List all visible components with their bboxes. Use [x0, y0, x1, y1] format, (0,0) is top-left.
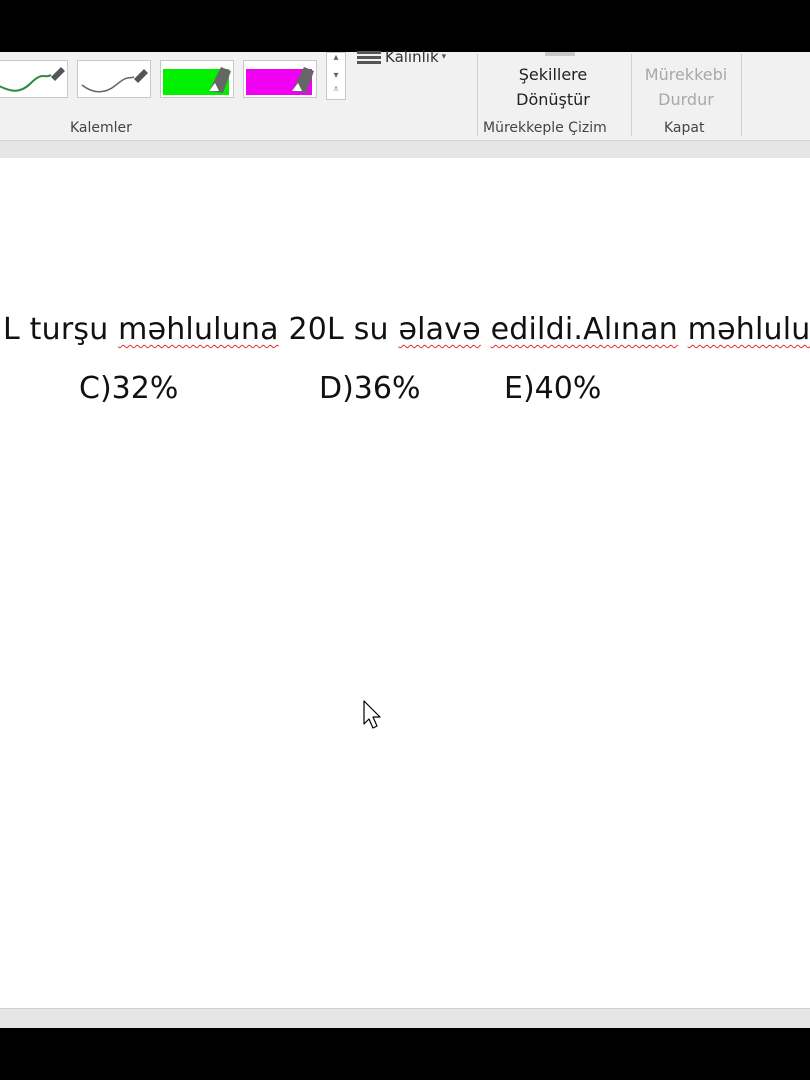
thickness-label: Kalınlık [385, 48, 439, 66]
gray-pen-icon [81, 69, 148, 93]
group-separator [741, 54, 742, 136]
group-separator [631, 54, 632, 136]
group-separator [477, 54, 478, 136]
gray-pen-button[interactable] [77, 60, 151, 98]
green-highlighter-button[interactable] [160, 60, 234, 98]
convert-shapes-icon [545, 52, 575, 56]
gallery-scroll[interactable]: ▴ ▾ ⩡ [326, 52, 346, 100]
stop-inking-line1: Mürekkebi [644, 65, 728, 84]
mouse-cursor-icon [363, 700, 381, 729]
misspelled-word: məhlulun [687, 312, 810, 347]
convert-to-shapes-button[interactable]: Şekillere Dönüştür [508, 62, 598, 112]
document-page[interactable] [0, 158, 810, 1008]
misspelled-word: edildi.Alınan [490, 312, 678, 347]
misspelled-word: əlavə [398, 312, 481, 347]
close-group-label: Kapat [664, 120, 705, 136]
status-strip [0, 1008, 810, 1029]
green-pen-button[interactable] [0, 60, 68, 98]
misspelled-word: məhluluna [118, 312, 279, 347]
ribbon: ▴ ▾ ⩡ Kalınlık ▾ Kalemler Şekillere Dönü… [0, 48, 810, 141]
stop-inking-button[interactable]: Mürekkebi Durdur [638, 62, 734, 112]
expand-gallery-icon[interactable]: ⩡ [327, 85, 345, 95]
question-part [481, 312, 491, 347]
magenta-highlighter-button[interactable] [243, 60, 317, 98]
convert-line2: Dönüştür [516, 90, 590, 109]
question-part: 20L su [278, 312, 399, 347]
ribbon-bottom-strip [0, 141, 810, 159]
thickness-button[interactable]: Kalınlık ▾ [357, 46, 446, 68]
top-black-bar [0, 0, 810, 52]
scroll-down-icon[interactable]: ▾ [327, 71, 345, 81]
ink-group-label: Mürekkeple Çizim [483, 120, 607, 136]
question-part [678, 312, 688, 347]
question-text: L turşu məhluluna 20L su əlavə edildi.Al… [3, 312, 810, 347]
question-part: L turşu [3, 312, 119, 347]
thickness-icon [357, 49, 381, 66]
chevron-down-icon: ▾ [441, 52, 447, 62]
magenta-highlighter-icon [246, 67, 314, 95]
stop-inking-line2: Durdur [658, 90, 714, 109]
green-pen-icon [0, 67, 65, 92]
option-d: D)36% [319, 371, 421, 406]
green-highlighter-icon [163, 67, 231, 95]
bottom-black-bar [0, 1028, 810, 1080]
option-c: C)32% [79, 371, 179, 406]
option-e: E)40% [504, 371, 602, 406]
convert-line1: Şekillere [518, 65, 588, 84]
pens-group-label: Kalemler [70, 120, 132, 136]
scroll-up-icon[interactable]: ▴ [327, 53, 345, 63]
